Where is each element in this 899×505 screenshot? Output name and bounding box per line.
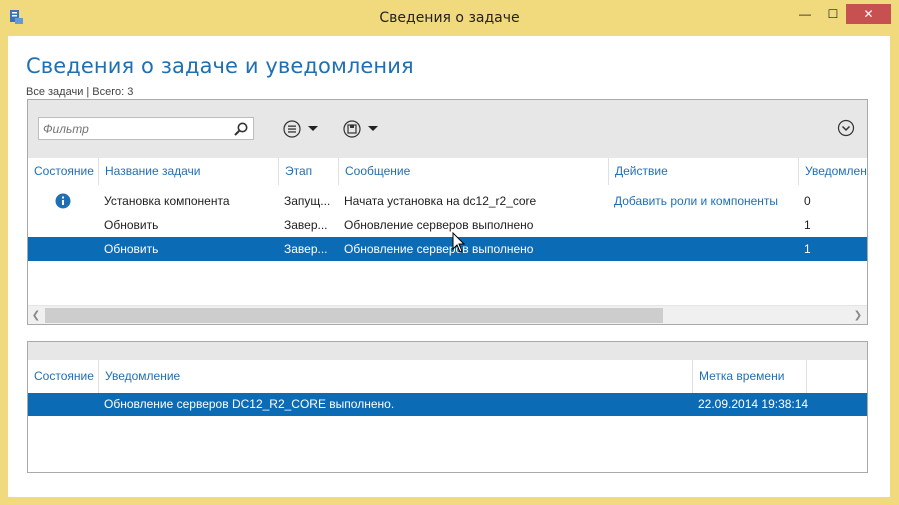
view-options-button[interactable] (283, 119, 323, 139)
task-name: Установка компонента (104, 194, 230, 208)
task-stage: Запущ... (284, 194, 331, 208)
scroll-right-icon[interactable]: ❯ (851, 308, 865, 323)
column-task-name[interactable]: Название задачи (98, 158, 278, 185)
filter-input[interactable] (39, 118, 229, 139)
filter-box[interactable] (38, 117, 254, 140)
table-row-selected[interactable]: Обновить Завер... Обновление серверов вы… (28, 237, 867, 261)
task-message: Начата установка на dc12_r2_core (344, 194, 537, 208)
horizontal-scrollbar[interactable]: ❮ ❯ (28, 305, 867, 324)
task-action-link[interactable] (608, 213, 798, 237)
info-icon (55, 193, 71, 209)
tasks-column-headers: Состояние Название задачи Этап Сообщение… (28, 158, 867, 185)
save-icon (343, 120, 361, 138)
task-message: Обновление серверов выполнено (344, 218, 534, 232)
task-notification-count: 1 (804, 218, 811, 232)
tasks-toolbar (28, 100, 867, 158)
column-action[interactable]: Действие (608, 158, 798, 185)
scroll-left-icon[interactable]: ❮ (29, 308, 43, 323)
task-name: Обновить (104, 242, 159, 256)
notifications-toolbar (28, 342, 867, 360)
mouse-cursor-icon (452, 232, 466, 253)
dialog-content: Сведения о задаче и уведомления Все зада… (8, 36, 890, 497)
notification-row-selected[interactable]: Обновление серверов DC12_R2_CORE выполне… (28, 393, 867, 416)
column-notifications[interactable]: Уведомления (798, 158, 867, 185)
notifications-panel: Состояние Уведомление Метка времени Обно… (27, 341, 868, 473)
task-name: Обновить (104, 218, 159, 232)
column-notification[interactable]: Уведомление (98, 360, 692, 393)
column-message[interactable]: Сообщение (338, 158, 608, 185)
task-notification-count: 0 (804, 194, 811, 208)
scrollbar-thumb[interactable] (45, 308, 663, 323)
minimize-button[interactable]: — (790, 4, 820, 24)
window-frame: Сведения о задаче — ☐ ✕ Сведения о задач… (0, 0, 899, 505)
column-status[interactable]: Состояние (28, 158, 98, 185)
column-stage[interactable]: Этап (278, 158, 338, 185)
notifications-column-headers: Состояние Уведомление Метка времени (28, 360, 867, 393)
table-row[interactable]: Установка компонента Запущ... Начата уст… (28, 189, 867, 213)
notification-timestamp: 22.09.2014 19:38:14 (698, 397, 809, 411)
window-title: Сведения о задаче (379, 10, 520, 26)
search-icon[interactable] (233, 121, 249, 137)
save-query-button[interactable] (343, 119, 383, 139)
table-row[interactable]: Обновить Завер... Обновление серверов вы… (28, 213, 867, 237)
task-action-link[interactable]: Добавить роли и компоненты (608, 189, 798, 213)
column-blank (806, 360, 867, 393)
task-stage: Завер... (284, 218, 328, 232)
task-count-label: Все задачи | Всего: 3 (26, 86, 134, 98)
title-bar[interactable]: Сведения о задаче — ☐ ✕ (0, 0, 899, 36)
column-timestamp[interactable]: Метка времени (692, 360, 806, 393)
task-stage: Завер... (284, 242, 328, 256)
page-title: Сведения о задаче и уведомления (26, 54, 414, 78)
chevron-down-icon (308, 126, 318, 131)
tasks-panel: Состояние Название задачи Этап Сообщение… (27, 99, 868, 325)
column-status[interactable]: Состояние (28, 360, 98, 393)
close-button[interactable]: ✕ (846, 4, 891, 24)
task-message: Обновление серверов выполнено (344, 242, 534, 256)
task-action-link[interactable] (608, 237, 798, 261)
chevron-down-icon (368, 126, 378, 131)
maximize-button[interactable]: ☐ (818, 4, 848, 24)
notification-message: Обновление серверов DC12_R2_CORE выполне… (104, 397, 395, 411)
task-notification-count: 1 (804, 242, 811, 256)
collapse-chevron-icon[interactable] (837, 119, 855, 137)
